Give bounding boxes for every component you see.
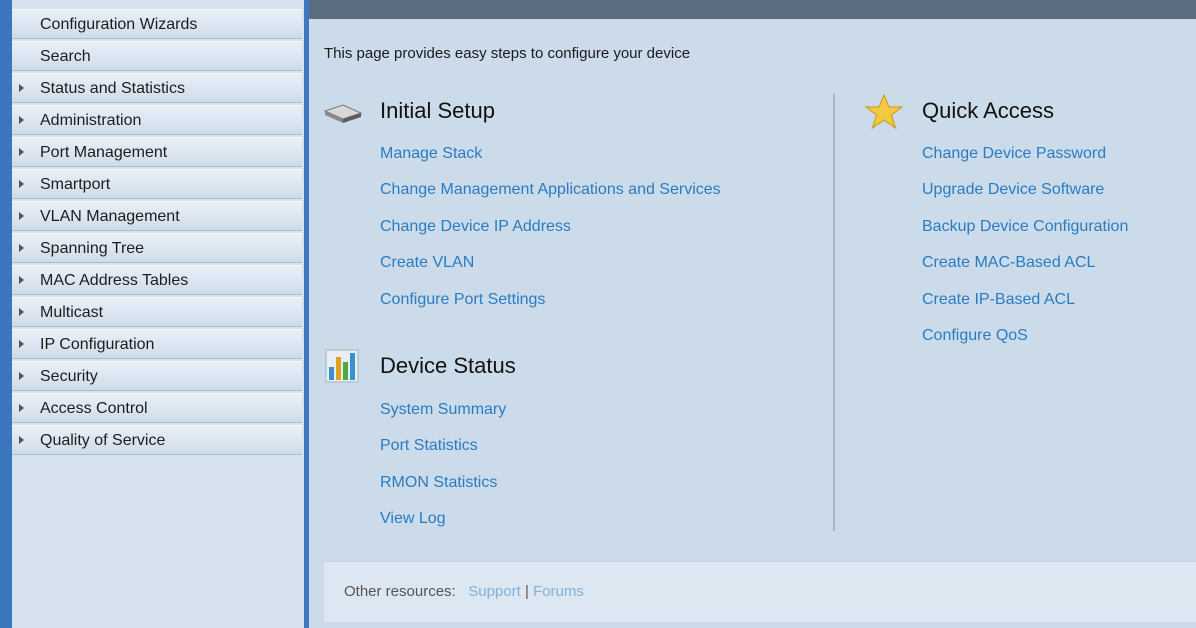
column-divider [833,94,835,531]
sidebar-item-security[interactable]: Security [12,361,302,391]
system-summary-link[interactable]: System Summary [380,401,506,419]
sidebar-item-label: Search [40,48,91,65]
footer-text: Other resources: Support | Forums [344,583,584,600]
sidebar-item-status-and-statistics[interactable]: Status and Statistics [12,73,302,103]
sidebar-item-label: Security [40,368,98,385]
expand-arrow-icon [19,340,24,348]
expand-arrow-icon [19,308,24,316]
sidebar-item-quality-of-service[interactable]: Quality of Service [12,425,302,455]
configure-port-settings-link[interactable]: Configure Port Settings [380,291,545,309]
sidebar-item-label: VLAN Management [40,208,180,225]
configure-qos-link[interactable]: Configure QoS [922,327,1028,345]
sidebar-item-label: IP Configuration [40,336,155,353]
sidebar-item-label: Status and Statistics [40,80,185,97]
page-intro: This page provides easy steps to configu… [324,45,691,62]
sidebar-item-label: MAC Address Tables [40,272,189,289]
expand-arrow-icon [19,180,24,188]
expand-arrow-icon [19,244,24,252]
sidebar-item-label: Configuration Wizards [40,16,198,33]
quick-access-title: Quick Access [922,98,1055,123]
change-ip-address-link[interactable]: Change Device IP Address [380,218,571,236]
create-ip-acl-link[interactable]: Create IP-Based ACL [922,291,1075,309]
sidebar-item-mac-address-tables[interactable]: MAC Address Tables [12,265,302,295]
sidebar-item-label: Smartport [40,176,111,193]
sidebar-item-label: Administration [40,112,142,129]
expand-arrow-icon [19,404,24,412]
sidebar-item-label: Port Management [40,144,168,161]
change-mgmt-apps-link[interactable]: Change Management Applications and Servi… [380,181,721,199]
sidebar-item-spanning-tree[interactable]: Spanning Tree [12,233,302,263]
backup-configuration-link[interactable]: Backup Device Configuration [922,218,1128,236]
support-link[interactable]: Support [468,583,521,600]
create-vlan-link[interactable]: Create VLAN [380,254,474,272]
expand-arrow-icon [19,436,24,444]
header-bar [309,0,1196,19]
rmon-statistics-link[interactable]: RMON Statistics [380,474,497,492]
sidebar-item-label: Spanning Tree [40,240,145,257]
sidebar-item-ip-configuration[interactable]: IP Configuration [12,329,302,359]
initial-setup-title: Initial Setup [380,98,495,123]
sidebar-item-label: Access Control [40,400,148,417]
expand-arrow-icon [19,212,24,220]
main-content: This page provides easy steps to configu… [309,19,1196,628]
expand-arrow-icon [19,84,24,92]
sidebar-item-vlan-management[interactable]: VLAN Management [12,201,302,231]
sidebar-item-multicast[interactable]: Multicast [12,297,302,327]
sidebar-nav: Configuration Wizards Search Status and St… [12,0,305,628]
change-password-link[interactable]: Change Device Password [922,145,1106,163]
expand-arrow-icon [19,116,24,124]
manage-stack-link[interactable]: Manage Stack [380,145,482,163]
device-status-title: Device Status [380,353,516,378]
create-mac-acl-link[interactable]: Create MAC-Based ACL [922,254,1095,272]
view-log-link[interactable]: View Log [380,510,446,528]
expand-arrow-icon [19,148,24,156]
footer-separator: | [524,583,529,600]
expand-arrow-icon [19,276,24,284]
left-edge-bar [0,0,12,628]
forums-link[interactable]: Forums [533,583,584,600]
sidebar-item-administration[interactable]: Administration [12,105,302,135]
other-resources-label: Other resources: [344,583,456,600]
sidebar-item-search[interactable]: Search [12,41,302,71]
switch-device-icon [323,104,363,123]
sidebar-item-port-management[interactable]: Port Management [12,137,302,167]
star-icon [865,93,903,130]
bar-chart-icon [325,349,359,383]
sidebar-item-label: Multicast [40,304,104,321]
upgrade-software-link[interactable]: Upgrade Device Software [922,181,1104,199]
sidebar-item-access-control[interactable]: Access Control [12,393,302,423]
sidebar-item-configuration-wizards[interactable]: Configuration Wizards [12,9,302,39]
resources-footer: Other resources: Support | Forums [324,561,1196,622]
sidebar-item-label: Quality of Service [40,432,166,449]
sidebar-item-smartport[interactable]: Smartport [12,169,302,199]
expand-arrow-icon [19,372,24,380]
port-statistics-link[interactable]: Port Statistics [380,437,478,455]
